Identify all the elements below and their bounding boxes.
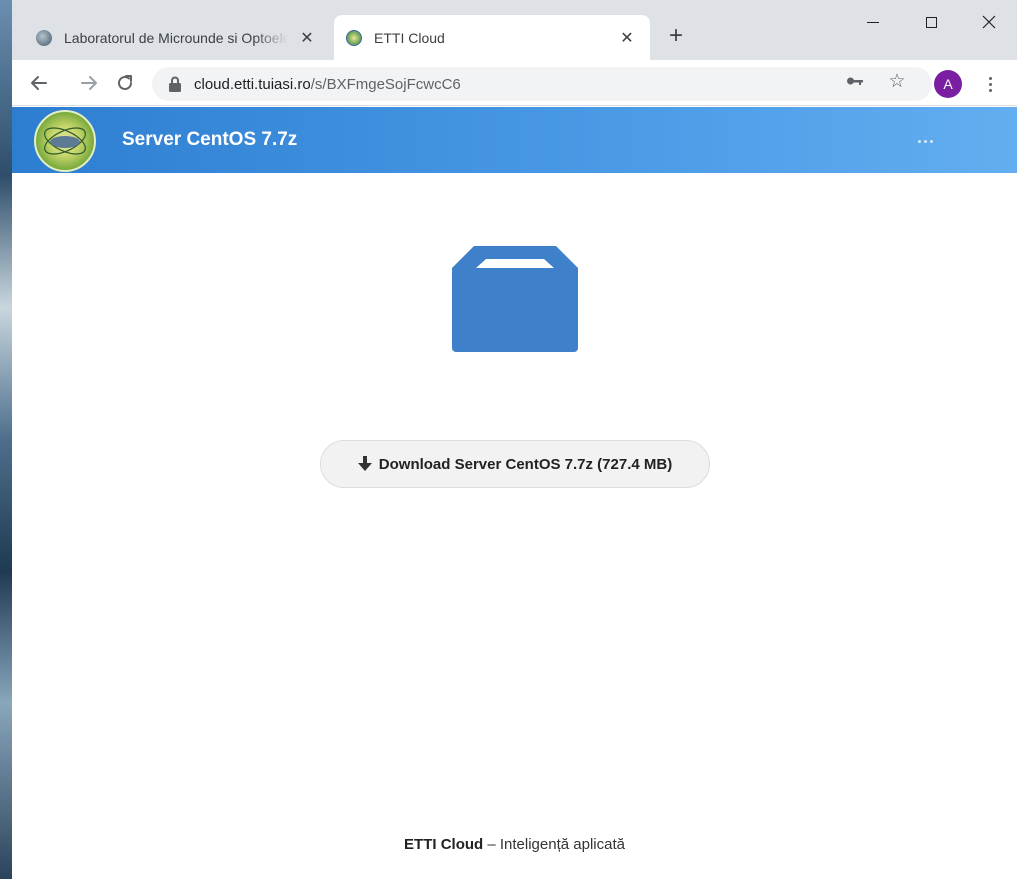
minimize-icon	[867, 21, 879, 23]
lock-icon[interactable]	[168, 76, 182, 92]
tab-close-icon[interactable]: ✕	[616, 27, 638, 49]
star-icon: ☆	[888, 70, 906, 92]
back-arrow-icon	[31, 76, 47, 90]
logo-seal	[50, 136, 80, 148]
bookmark-star-button[interactable]: ☆	[884, 68, 910, 94]
tab-etti-cloud[interactable]: ETTI Cloud ✕	[334, 15, 650, 60]
page-title: Server CentOS 7.7z	[122, 129, 298, 150]
page-header: Server CentOS 7.7z	[12, 107, 1017, 173]
tab-strip: Laboratorul de Microunde si Optoelectron…	[12, 0, 1017, 60]
browser-window: Laboratorul de Microunde si Optoelectron…	[12, 0, 1017, 879]
address-bar[interactable]: cloud.etti.tuiasi.ro/s/BXFmgeSojFcwcC6	[152, 67, 932, 101]
footer-tagline: Inteligență aplicată	[499, 836, 625, 853]
close-window-button[interactable]	[966, 8, 1012, 36]
forward-button[interactable]	[74, 68, 104, 98]
page-footer: ETTI Cloud – Inteligență aplicată	[12, 836, 1017, 856]
key-icon	[847, 77, 863, 85]
maximize-button[interactable]	[908, 8, 954, 36]
download-arrow-icon	[357, 456, 372, 471]
download-button[interactable]: Download Server CentOS 7.7z (727.4 MB)	[320, 440, 710, 488]
ellipsis-icon[interactable]	[912, 135, 938, 147]
tab-close-icon[interactable]: ✕	[296, 27, 318, 49]
close-icon	[982, 15, 996, 29]
back-button[interactable]	[24, 68, 54, 98]
desktop-wallpaper	[0, 0, 12, 879]
forward-arrow-icon	[81, 76, 97, 90]
globe-favicon-icon	[36, 29, 52, 46]
reload-button[interactable]	[110, 68, 140, 98]
maximize-icon	[925, 16, 937, 28]
footer-separator: –	[483, 836, 500, 853]
reload-icon	[118, 75, 132, 90]
package-icon	[452, 246, 578, 352]
tab-title: ETTI Cloud	[374, 29, 445, 46]
tab-laboratorul[interactable]: Laboratorul de Microunde si Optoelectron…	[24, 15, 330, 60]
kebab-menu-icon[interactable]	[978, 70, 1002, 98]
profile-avatar[interactable]: A	[934, 70, 962, 98]
footer-brand[interactable]: ETTI Cloud	[404, 836, 483, 853]
url-text: cloud.etti.tuiasi.ro/s/BXFmgeSojFcwcC6	[194, 76, 461, 93]
etti-favicon-icon	[346, 29, 362, 46]
etti-logo[interactable]	[34, 110, 96, 172]
download-label: Download Server CentOS 7.7z (727.4 MB)	[378, 455, 673, 473]
browser-toolbar: cloud.etti.tuiasi.ro/s/BXFmgeSojFcwcC6 ☆…	[12, 60, 1017, 106]
password-key-button[interactable]	[842, 68, 868, 94]
tab-title: Laboratorul de Microunde si Optoelectron…	[64, 29, 288, 46]
url-host: cloud.etti.tuiasi.ro	[194, 75, 311, 93]
minimize-button[interactable]	[850, 8, 896, 36]
new-tab-button[interactable]: +	[662, 22, 690, 50]
url-path: /s/BXFmgeSojFcwcC6	[310, 75, 461, 93]
